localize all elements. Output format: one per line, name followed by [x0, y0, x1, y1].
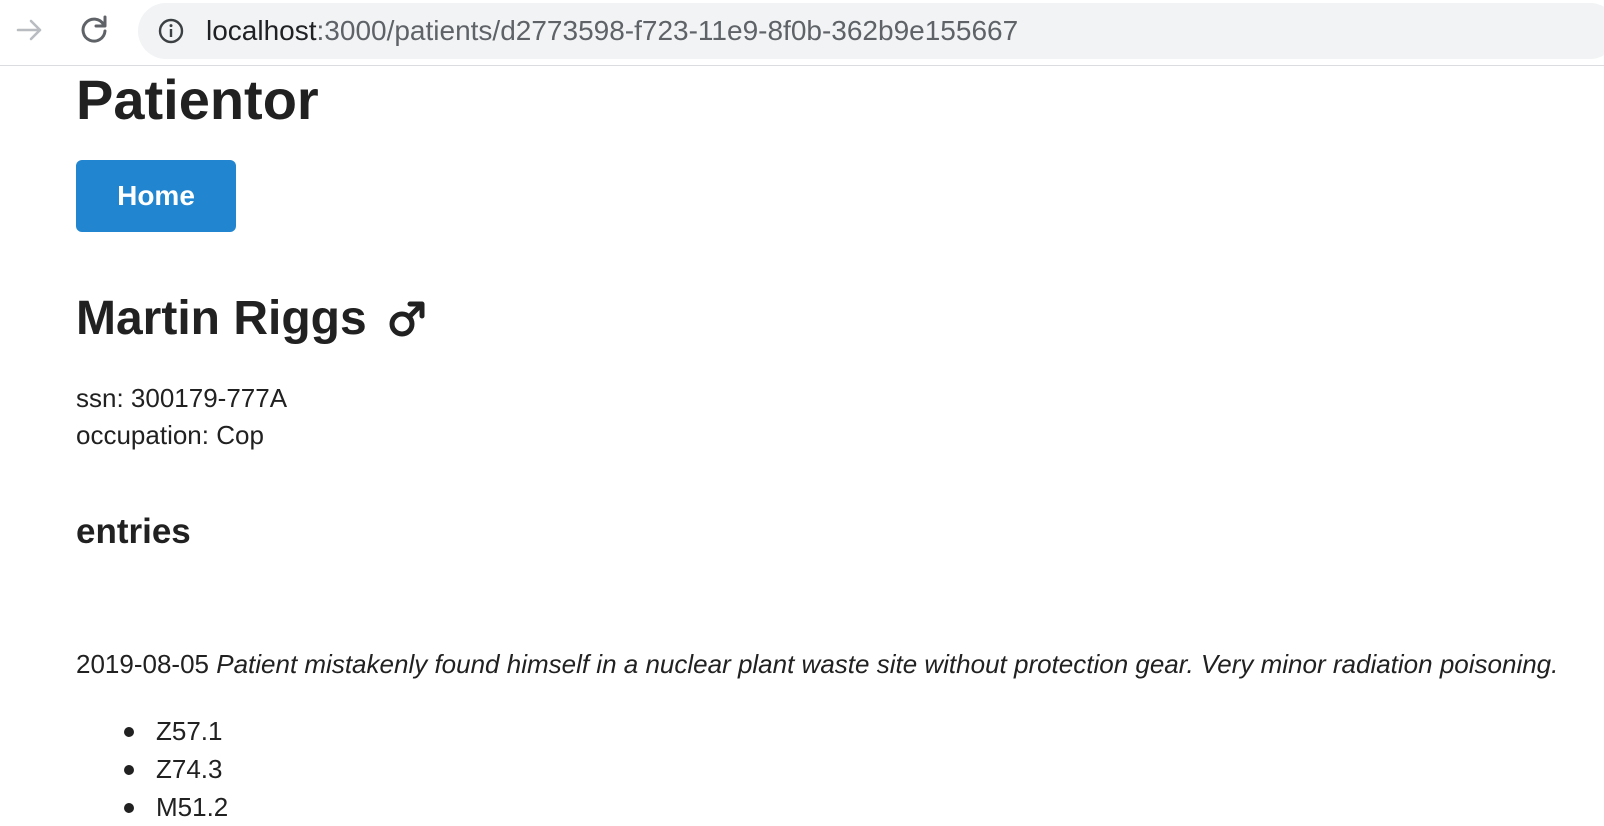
url-path: :3000/patients/d2773598-f723-11e9-8f0b-3…: [316, 15, 1019, 46]
entry-date: 2019-08-05: [76, 649, 209, 679]
browser-toolbar: localhost:3000/patients/d2773598-f723-11…: [0, 0, 1604, 66]
entry-description: Patient mistakenly found himself in a nu…: [216, 649, 1559, 679]
address-bar[interactable]: localhost:3000/patients/d2773598-f723-11…: [138, 3, 1604, 59]
patient-occupation: occupation: Cop: [76, 420, 264, 450]
forward-button[interactable]: [10, 10, 50, 50]
male-gender-icon: [389, 301, 425, 337]
diagnosis-code: Z57.1: [76, 712, 228, 750]
url-text[interactable]: localhost:3000/patients/d2773598-f723-11…: [206, 16, 1018, 46]
app-title: Patientor: [76, 68, 319, 131]
patient-name: Martin Riggs: [76, 292, 367, 345]
url-host: localhost: [206, 15, 317, 46]
home-button[interactable]: Home: [76, 160, 236, 232]
reload-button[interactable]: [74, 10, 114, 50]
diagnosis-code-list: Z57.1 Z74.3 M51.2: [76, 712, 228, 826]
entry-item: 2019-08-05 Patient mistakenly found hims…: [76, 647, 1558, 681]
info-icon[interactable]: [158, 18, 184, 44]
reload-icon: [81, 15, 107, 43]
patient-header: Martin Riggs: [76, 290, 427, 348]
diagnosis-code: M51.2: [76, 788, 228, 826]
entries-heading: entries: [76, 512, 191, 551]
diagnosis-code: Z74.3: [76, 750, 228, 788]
arrow-right-icon: [16, 19, 42, 41]
patient-ssn: ssn: 300179-777A: [76, 383, 288, 413]
